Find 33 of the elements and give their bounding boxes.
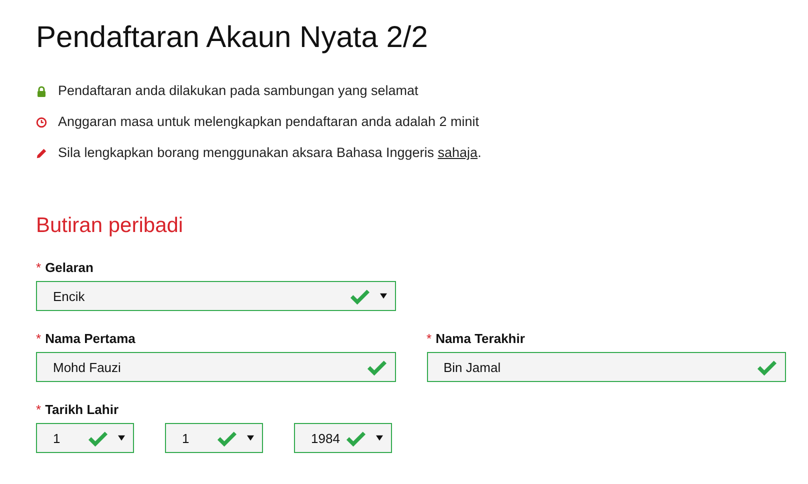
- input-field[interactable]: Mohd Fauzi: [36, 352, 396, 382]
- check-icon: [346, 430, 366, 446]
- notice-text: Sila lengkapkan borang menggunakan aksara Bahasa Inggeris sahaja.: [58, 144, 482, 162]
- caret-icon: [118, 435, 125, 441]
- field-label: Nama Terakhir: [436, 331, 525, 346]
- input-field[interactable]: Bin Jamal: [426, 352, 786, 382]
- check-icon: [757, 358, 777, 376]
- caret-icon: [376, 435, 383, 441]
- check-icon: [88, 430, 108, 446]
- select-field[interactable]: 1: [165, 423, 263, 453]
- caret-icon: [380, 293, 387, 299]
- section-heading: Butiran peribadi: [36, 213, 184, 239]
- notice-text: Anggaran masa untuk melengkapkan pendaftaran anda adalah 2 minit: [58, 113, 480, 131]
- required-marker: *: [36, 331, 42, 346]
- clock-icon: [36, 116, 47, 128]
- pencil-icon: [36, 148, 47, 158]
- notice-text: Pendaftaran anda dilakukan pada sambungan yang selamat: [58, 82, 418, 100]
- check-icon: [366, 358, 386, 376]
- field-label: Gelaran: [45, 260, 94, 275]
- select-field[interactable]: Encik: [36, 281, 396, 311]
- page-title: Pendaftaran Akaun Nyata 2/2: [36, 20, 429, 56]
- sahaja-link[interactable]: sahaja: [438, 145, 478, 160]
- required-marker: *: [36, 260, 42, 275]
- field-label: Nama Pertama: [45, 331, 136, 346]
- select-field[interactable]: 1984: [294, 423, 392, 453]
- caret-icon: [247, 435, 254, 441]
- select-field[interactable]: 1: [36, 423, 134, 453]
- check-icon: [350, 288, 370, 304]
- field-label: Tarikh Lahir: [45, 402, 119, 417]
- lock-icon: [36, 86, 47, 96]
- required-marker: *: [36, 402, 42, 417]
- required-marker: *: [426, 331, 432, 346]
- check-icon: [217, 430, 237, 446]
